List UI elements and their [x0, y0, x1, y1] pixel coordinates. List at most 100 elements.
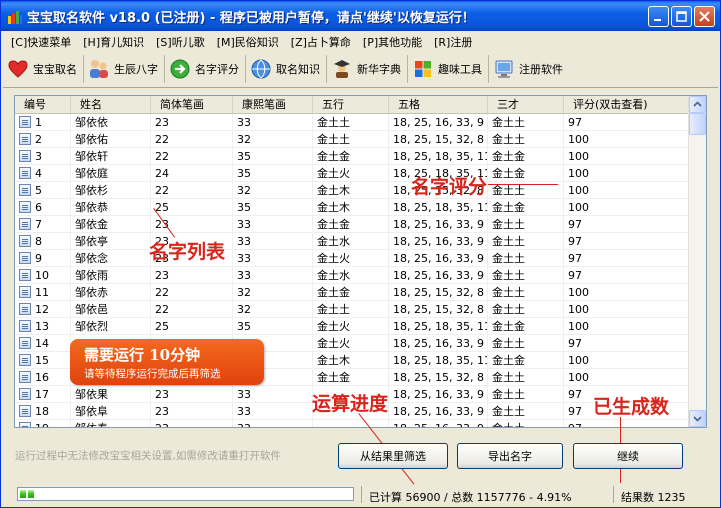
cell-name: 邹依金: [71, 216, 151, 233]
toolbar-naming-knowledge[interactable]: 取名知识: [246, 55, 327, 83]
cell-three-talents: 金土土: [488, 386, 564, 403]
row-number-text: 13: [35, 319, 49, 333]
col-header-simplified-strokes[interactable]: 简体笔画: [151, 96, 233, 113]
row-document-icon: [19, 303, 31, 315]
table-row[interactable]: 10 邹依雨 23 33 金土水 18, 25, 16, 33, 9 金土土 97: [15, 267, 690, 284]
cell-score: 97: [564, 114, 690, 131]
row-number-text: 2: [35, 132, 42, 146]
heart-icon: [7, 58, 29, 80]
cell-number: 5: [15, 182, 71, 199]
table-row[interactable]: 1 邹依依 23 33 金土土 18, 25, 16, 33, 9 金土土 97: [15, 114, 690, 131]
title-bar[interactable]: 宝宝取名软件 v18.0 (已注册) - 程序已被用户暂停，请点'继续'以恢复运…: [1, 1, 720, 31]
col-header-name[interactable]: 姓名: [71, 96, 151, 113]
cell-number: 7: [15, 216, 71, 233]
cell-number: 10: [15, 267, 71, 284]
export-names-button[interactable]: 导出名字: [457, 443, 563, 469]
progress-bar: [17, 487, 354, 501]
cell-three-talents: 金土土: [488, 216, 564, 233]
cell-score: 100: [564, 352, 690, 369]
toolbar-dictionary[interactable]: 新华字典: [327, 55, 408, 83]
col-header-five-elements[interactable]: 五行: [313, 96, 389, 113]
cell-five-elements: 金土木: [313, 199, 389, 216]
cell-score: 100: [564, 131, 690, 148]
table-row[interactable]: 19 邹依奉2333 18, 25, 16, 33, 9金土土97: [15, 420, 690, 427]
table-row[interactable]: 2 邹依佑 22 32 金土土 18, 25, 15, 32, 8 金土土 100: [15, 131, 690, 148]
cell-five-grids: 18, 25, 16, 33, 9: [389, 216, 488, 233]
menu-parenting[interactable]: [H]育儿知识: [77, 32, 150, 51]
cell-five-grids: 18, 25, 18, 35, 11: [389, 318, 488, 335]
row-document-icon: [19, 405, 31, 417]
cell-number: 12: [15, 301, 71, 318]
col-header-score[interactable]: 评分(双击查看): [564, 96, 690, 113]
annotation-name-list: 名字列表: [149, 241, 226, 263]
table-row[interactable]: 4 邹依庭 24 35 金土火 18, 25, 18, 35, 11 金土金 100: [15, 165, 690, 182]
toolbar-baby-naming[interactable]: 宝宝取名: [3, 55, 84, 83]
menu-divination[interactable]: [Z]占卜算命: [285, 32, 357, 51]
cell-kangxi-strokes: 33: [233, 267, 313, 284]
menu-quick[interactable]: [C]快速菜单: [5, 32, 77, 51]
col-header-three-talents[interactable]: 三才: [488, 96, 564, 113]
row-document-icon: [19, 184, 31, 196]
table-row[interactable]: 13 邹依烈 25 35 金土火 18, 25, 18, 35, 11 金土金 100: [15, 318, 690, 335]
minimize-button[interactable]: [648, 6, 669, 27]
scroll-thumb[interactable]: [689, 113, 706, 135]
toolbar-label: 名字评分: [195, 63, 239, 76]
cell-kangxi-strokes: 32: [233, 182, 313, 199]
cell-three-talents: 金土土: [488, 301, 564, 318]
cell-number: 2: [15, 131, 71, 148]
vertical-scrollbar[interactable]: [688, 96, 706, 427]
cell-number: 15: [15, 352, 71, 369]
cell-simplified-strokes: 24: [151, 165, 233, 182]
computer-icon: [493, 58, 515, 80]
toolbar-label: 新华字典: [357, 63, 401, 76]
cell-simplified-strokes: 22: [151, 284, 233, 301]
menu-other[interactable]: [P]其他功能: [357, 32, 428, 51]
cell-simplified-strokes: 23: [151, 386, 233, 403]
cell-number: 17: [15, 386, 71, 403]
cell-five-grids: 18, 25, 18, 35, 11: [389, 148, 488, 165]
table-row[interactable]: 6 邹依恭 25 35 金土木 18, 25, 18, 35, 11 金土金 100: [15, 199, 690, 216]
menu-register[interactable]: [R]注册: [428, 32, 478, 51]
row-number-text: 9: [35, 251, 42, 265]
cell-score: 97: [564, 267, 690, 284]
table-row[interactable]: 3 邹依轩 22 35 金土金 18, 25, 18, 35, 11 金土金 100: [15, 148, 690, 165]
status-divider: [361, 486, 362, 503]
col-header-number[interactable]: 编号: [15, 96, 71, 113]
minimize-icon: [654, 19, 661, 21]
scroll-down-button[interactable]: [689, 410, 706, 427]
col-header-five-grids[interactable]: 五格: [389, 96, 488, 113]
table-row[interactable]: 11 邹依赤 22 32 金土金 18, 25, 15, 32, 8 金土土 100: [15, 284, 690, 301]
table-row[interactable]: 8 邹依亭 23 33 金土水 18, 25, 16, 33, 9 金土土 97: [15, 233, 690, 250]
continue-button[interactable]: 继续: [573, 443, 683, 469]
cell-simplified-strokes: 22: [151, 182, 233, 199]
progress-block: [28, 490, 34, 498]
cell-score: 100: [564, 182, 690, 199]
menu-songs[interactable]: [S]听儿歌: [150, 32, 211, 51]
table-row[interactable]: 9 邹依念 23 33 金土火 18, 25, 16, 33, 9 金土土 97: [15, 250, 690, 267]
row-number-text: 4: [35, 166, 42, 180]
row-document-icon: [19, 269, 31, 281]
close-button[interactable]: [694, 6, 715, 27]
cell-three-talents: 金土土: [488, 403, 564, 420]
cell-score: 100: [564, 199, 690, 216]
table-row[interactable]: 7 邹依金 23 33 金土金 18, 25, 16, 33, 9 金土土 97: [15, 216, 690, 233]
cell-name: 邹依奉: [71, 420, 151, 427]
table-row[interactable]: 5 邹依杉 22 32 金土木 18, 25, 15, 32, 8 金土土 100: [15, 182, 690, 199]
toolbar-name-score[interactable]: 名字评分: [165, 55, 246, 83]
table-row[interactable]: 12 邹依邑 22 32 金土土 18, 25, 15, 32, 8 金土土 100: [15, 301, 690, 318]
menu-folk[interactable]: [M]民俗知识: [211, 32, 285, 51]
maximize-button[interactable]: [671, 6, 692, 27]
row-number-text: 16: [35, 370, 49, 384]
col-header-kangxi-strokes[interactable]: 康熙笔画: [233, 96, 313, 113]
cell-three-talents: 金土土: [488, 284, 564, 301]
filter-results-button[interactable]: 从结果里筛选: [338, 443, 448, 469]
scroll-up-button[interactable]: [689, 96, 706, 113]
toolbar-label: 趣味工具: [438, 63, 482, 76]
cell-five-elements: [313, 420, 389, 427]
toolbar-birth-chart[interactable]: 生辰八字: [84, 55, 165, 83]
toolbar-fun-tools[interactable]: 趣味工具: [408, 55, 489, 83]
app-window: 宝宝取名软件 v18.0 (已注册) - 程序已被用户暂停，请点'继续'以恢复运…: [0, 0, 721, 508]
annotation-generated-count: 已生成数: [593, 396, 670, 418]
row-number-text: 12: [35, 302, 49, 316]
toolbar-register[interactable]: 注册软件: [489, 55, 569, 83]
